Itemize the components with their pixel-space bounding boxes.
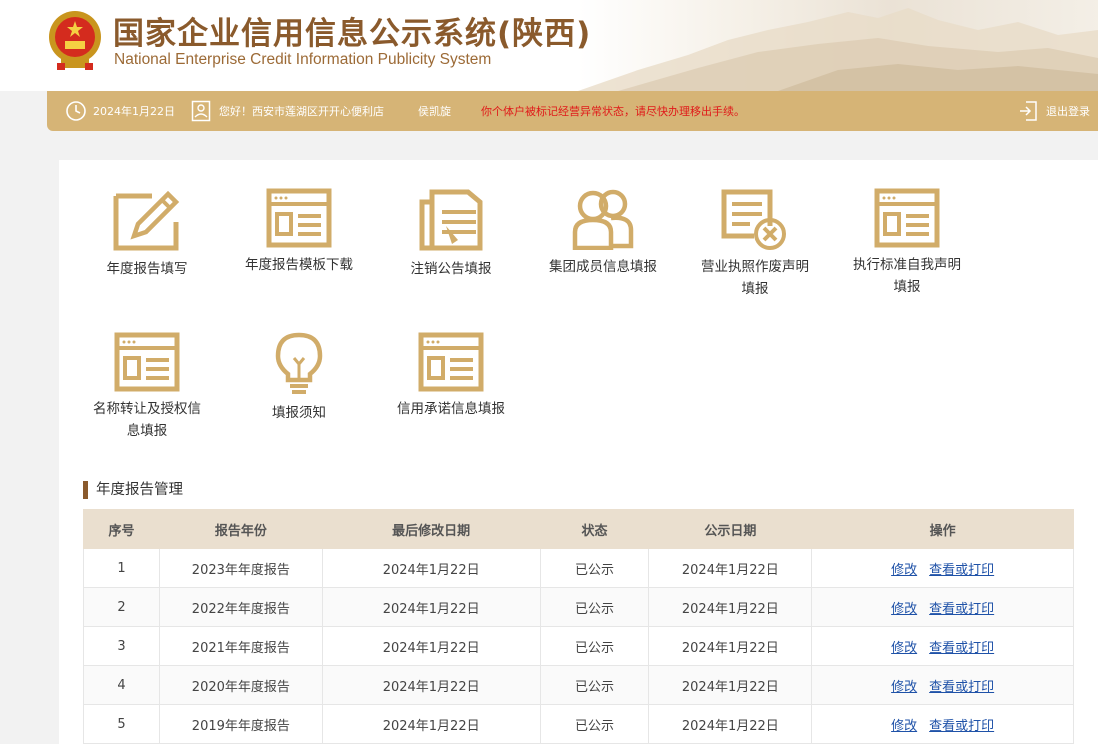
logout-icon — [1020, 101, 1037, 121]
view-print-link[interactable]: 查看或打印 — [929, 641, 994, 656]
published-date: 2024年1月22日 — [648, 587, 813, 627]
greeting-display: 您好！西安市莲湖区开开心便利店 — [191, 91, 384, 131]
info-bar: 2024年1月22日 您好！西安市莲湖区开开心便利店 侯凯旋 你个体户被标记经营… — [47, 91, 1098, 131]
section-title: 年度报告管理 — [83, 481, 183, 499]
mountain-banner-image — [578, 0, 1098, 91]
date-text: 2024年1月22日 — [93, 105, 175, 118]
username-text: 侯凯旋 — [418, 105, 451, 118]
report-year: 2019年年度报告 — [158, 704, 323, 744]
tile-label: 填报须知 — [272, 405, 326, 421]
row-number: 5 — [83, 704, 160, 744]
table-row: 5 2019年年度报告 2024年1月22日 已公示 2024年1月22日 修改… — [83, 704, 1074, 744]
view-print-link[interactable]: 查看或打印 — [929, 680, 994, 695]
tile-label: 年度报告模板下载 — [245, 257, 353, 273]
status: 已公示 — [539, 626, 650, 666]
greeting-text: 您好！西安市莲湖区开开心便利店 — [219, 105, 384, 118]
column-header: 状态 — [539, 509, 650, 549]
license-void-icon — [721, 189, 786, 250]
actions-cell: 修改 查看或打印 — [811, 665, 1074, 705]
row-number: 4 — [83, 665, 160, 705]
site-subtitle: National Enterprise Credit Information P… — [114, 51, 492, 68]
report-year: 2021年年度报告 — [158, 626, 323, 666]
modified-date: 2024年1月22日 — [321, 626, 541, 666]
row-number: 3 — [83, 626, 160, 666]
group-members-icon — [572, 189, 634, 250]
edit-link[interactable]: 修改 — [891, 641, 917, 656]
modified-date: 2024年1月22日 — [321, 548, 541, 588]
tile-license-void[interactable]: 营业执照作废声明填报 — [695, 188, 815, 300]
report-year: 2020年年度报告 — [158, 665, 323, 705]
tile-template-download[interactable]: 年度报告模板下载 — [239, 188, 359, 276]
status: 已公示 — [539, 548, 650, 588]
view-print-link[interactable]: 查看或打印 — [929, 719, 994, 734]
tile-label: 营业执照作废声明填报 — [701, 259, 809, 297]
published-date: 2024年1月22日 — [648, 548, 813, 588]
tile-credit-commitment[interactable]: 信用承诺信息填报 — [391, 332, 511, 420]
table-row: 2 2022年年度报告 2024年1月22日 已公示 2024年1月22日 修改… — [83, 587, 1074, 627]
lightbulb-icon — [275, 332, 323, 394]
actions-cell: 修改 查看或打印 — [811, 704, 1074, 744]
tile-label: 信用承诺信息填报 — [397, 401, 505, 417]
date-display: 2024年1月22日 — [65, 91, 175, 131]
table-row: 1 2023年年度报告 2024年1月22日 已公示 2024年1月22日 修改… — [83, 548, 1074, 588]
tile-label: 注销公告填报 — [410, 261, 492, 277]
tile-group-members[interactable]: 集团成员信息填报 — [543, 188, 663, 278]
actions-cell: 修改 查看或打印 — [811, 587, 1074, 627]
row-number: 1 — [83, 548, 160, 588]
tile-cancellation-notice[interactable]: 注销公告填报 — [391, 188, 511, 280]
view-print-link[interactable]: 查看或打印 — [929, 563, 994, 578]
tile-label: 年度报告填写 — [106, 261, 188, 277]
user-card-icon — [191, 100, 211, 122]
tile-name-transfer[interactable]: 名称转让及授权信息填报 — [87, 332, 207, 442]
modified-date: 2024年1月22日 — [321, 587, 541, 627]
name-transfer-icon — [114, 332, 180, 392]
edit-link[interactable]: 修改 — [891, 602, 917, 617]
edit-form-icon — [113, 190, 180, 251]
edit-link[interactable]: 修改 — [891, 563, 917, 578]
view-print-link[interactable]: 查看或打印 — [929, 602, 994, 617]
template-download-icon — [266, 188, 332, 248]
table-row: 4 2020年年度报告 2024年1月22日 已公示 2024年1月22日 修改… — [83, 665, 1074, 705]
row-number: 2 — [83, 587, 160, 627]
credit-commitment-icon — [418, 332, 484, 392]
logout-button[interactable]: 退出登录 — [1018, 91, 1090, 131]
tile-label: 执行标准自我声明填报 — [853, 257, 961, 295]
status: 已公示 — [539, 665, 650, 705]
published-date: 2024年1月22日 — [648, 626, 813, 666]
tile-annual-report-fill[interactable]: 年度报告填写 — [87, 188, 207, 280]
site-title: 国家企业信用信息公示系统(陕西) — [113, 16, 592, 52]
edit-link[interactable]: 修改 — [891, 719, 917, 734]
cancellation-notice-icon — [419, 189, 483, 251]
clock-icon — [66, 101, 86, 121]
tile-standard-declaration[interactable]: 执行标准自我声明填报 — [847, 188, 967, 298]
column-header: 序号 — [83, 509, 160, 549]
column-header: 公示日期 — [648, 509, 813, 549]
table-row: 3 2021年年度报告 2024年1月22日 已公示 2024年1月22日 修改… — [83, 626, 1074, 666]
column-header: 报告年份 — [158, 509, 323, 549]
tile-label: 集团成员信息填报 — [549, 259, 657, 275]
column-header: 操作 — [811, 509, 1074, 549]
status: 已公示 — [539, 587, 650, 627]
column-header: 最后修改日期 — [321, 509, 541, 549]
tile-label: 名称转让及授权信息填报 — [93, 401, 201, 439]
modified-date: 2024年1月22日 — [321, 665, 541, 705]
national-emblem-icon — [49, 11, 101, 70]
abnormal-warning-text: 你个体户被标记经营异常状态，请尽快办理移出手续。 — [481, 105, 745, 118]
report-year: 2023年年度报告 — [158, 548, 323, 588]
status: 已公示 — [539, 704, 650, 744]
actions-cell: 修改 查看或打印 — [811, 548, 1074, 588]
annual-report-table: 序号 报告年份 最后修改日期 状态 公示日期 操作 1 2023年年度报告 20… — [83, 509, 1074, 744]
table-header-row: 序号 报告年份 最后修改日期 状态 公示日期 操作 — [83, 509, 1074, 549]
published-date: 2024年1月22日 — [648, 665, 813, 705]
tile-filing-instructions[interactable]: 填报须知 — [239, 332, 359, 424]
site-header: 国家企业信用信息公示系统(陕西) National Enterprise Cre… — [0, 0, 1098, 91]
actions-cell: 修改 查看或打印 — [811, 626, 1074, 666]
modified-date: 2024年1月22日 — [321, 704, 541, 744]
standard-declaration-icon — [874, 188, 940, 248]
report-year: 2022年年度报告 — [158, 587, 323, 627]
edit-link[interactable]: 修改 — [891, 680, 917, 695]
published-date: 2024年1月22日 — [648, 704, 813, 744]
logout-label: 退出登录 — [1046, 105, 1090, 118]
